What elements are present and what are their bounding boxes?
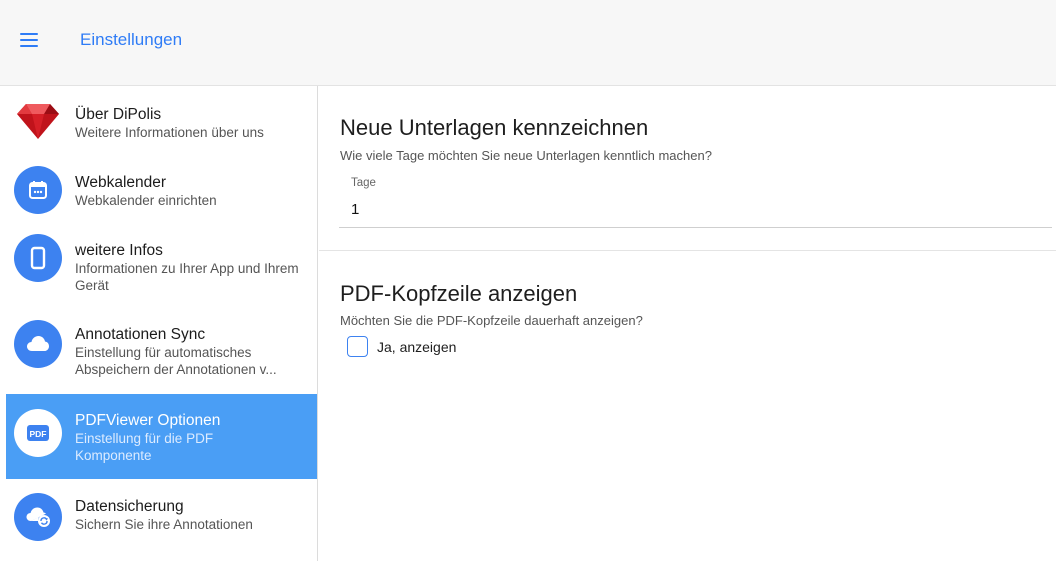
ruby-gem-icon bbox=[14, 97, 62, 145]
sidebar-item-datensicherung[interactable]: Datensicherung Sichern Sie ihre Annotati… bbox=[6, 479, 317, 561]
pdf-icon: PDF bbox=[14, 409, 62, 457]
sidebar-item-subtitle: Einstellung für automatisches Abspeicher… bbox=[75, 345, 277, 377]
sidebar-item-title: Datensicherung bbox=[75, 498, 184, 515]
section-description: Möchten Sie die PDF-Kopfzeile dauerhaft … bbox=[340, 313, 643, 328]
kopfzeile-checkbox[interactable] bbox=[347, 336, 368, 357]
calendar-icon bbox=[14, 166, 62, 214]
sidebar-item-about[interactable]: Über DiPolis Weitere Informationen über … bbox=[6, 86, 317, 154]
cloud-sync-icon bbox=[14, 493, 62, 541]
sidebar-item-subtitle: Informationen zu Ihrer App und Ihrem Ger… bbox=[75, 261, 299, 293]
cloud-icon bbox=[14, 320, 62, 368]
tage-field-label: Tage bbox=[351, 177, 376, 189]
checkbox-label: Ja, anzeigen bbox=[377, 338, 457, 355]
sidebar-item-title: Über DiPolis bbox=[75, 106, 162, 123]
sidebar-item-subtitle: Webkalender einrichten bbox=[75, 193, 217, 208]
sidebar-item-webkalender[interactable]: Webkalender Webkalender einrichten bbox=[6, 154, 317, 228]
smartphone-icon bbox=[14, 234, 62, 282]
page-title: Einstellungen bbox=[80, 30, 183, 49]
sidebar-item-subtitle: Weitere Informationen über uns bbox=[75, 125, 264, 140]
app-header: Einstellungen bbox=[0, 0, 1056, 86]
sidebar-item-annotationen-sync[interactable]: Annotationen Sync Einstellung für automa… bbox=[6, 308, 317, 394]
svg-text:PDF: PDF bbox=[30, 429, 47, 439]
section-description: Wie viele Tage möchten Sie neue Unterlag… bbox=[340, 148, 712, 163]
kopfzeile-checkbox-row[interactable]: Ja, anzeigen bbox=[347, 336, 456, 357]
sidebar-item-title: PDFViewer Optionen bbox=[75, 412, 221, 429]
sidebar-item-subtitle: Einstellung für die PDF Komponente bbox=[75, 431, 214, 463]
settings-content: Neue Unterlagen kennzeichnen Wie viele T… bbox=[319, 86, 1056, 561]
hamburger-menu-icon[interactable] bbox=[20, 26, 48, 54]
section-title-neue-unterlagen: Neue Unterlagen kennzeichnen bbox=[340, 115, 649, 140]
sidebar-item-pdfviewer-optionen[interactable]: PDF PDFViewer Optionen Einstellung für d… bbox=[6, 394, 317, 479]
sidebar-item-weitere-infos[interactable]: weitere Infos Informationen zu Ihrer App… bbox=[6, 228, 317, 308]
section-divider bbox=[319, 250, 1056, 251]
sidebar-item-title: Annotationen Sync bbox=[75, 326, 206, 343]
settings-sidebar: Über DiPolis Weitere Informationen über … bbox=[0, 86, 318, 561]
sidebar-item-subtitle: Sichern Sie ihre Annotationen bbox=[75, 517, 253, 532]
tage-input[interactable] bbox=[339, 192, 1052, 228]
section-title-pdf-kopfzeile: PDF-Kopfzeile anzeigen bbox=[340, 281, 578, 306]
sidebar-item-title: weitere Infos bbox=[75, 242, 163, 259]
sidebar-item-title: Webkalender bbox=[75, 174, 167, 191]
